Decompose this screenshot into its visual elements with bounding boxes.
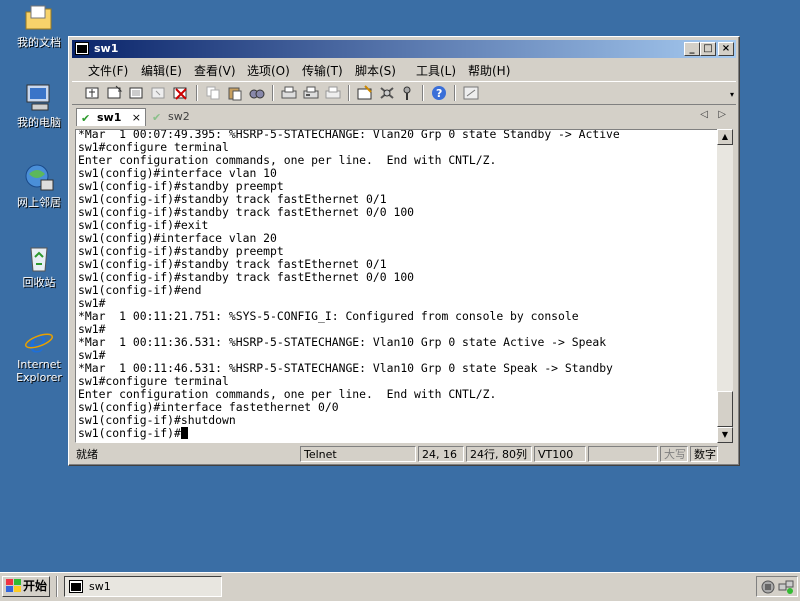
terminal-line: *Mar 1 00:11:36.531: %HSRP-5-STATECHANGE… [78,335,607,349]
status-protocol: Telnet [300,446,416,462]
tab-sw2[interactable]: ✔ sw2 [148,108,198,126]
toolbar-separator [196,85,198,101]
menu-bar: 文件(F) 编辑(E) 查看(V) 选项(O) 传输(T) 脚本(S) 工具(L… [72,59,736,79]
menu-script[interactable]: 脚本(S) [355,62,396,79]
scroll-down-icon[interactable]: ▼ [717,427,733,443]
status-cursor-position: 24, 16 [418,446,464,462]
minimize-button[interactable]: _ [684,42,700,56]
svg-text:?: ? [436,87,442,100]
desktop-icon-my-computer[interactable]: 我的电脑 [8,82,70,129]
window-title: sw1 [94,42,119,55]
app-icon [69,580,83,599]
toolbar-separator [422,85,424,101]
maximize-button[interactable]: □ [700,42,716,56]
status-emulation: VT100 [534,446,586,462]
menu-transfer[interactable]: 传输(T) [302,62,343,79]
title-bar[interactable]: sw1 _ □ × [72,40,736,58]
status-blank [588,446,658,462]
connect-icon[interactable] [84,85,102,101]
scroll-up-icon[interactable]: ▲ [717,129,733,145]
terminal-line: sw1(config-if)#end [78,283,202,297]
internet-explorer-icon: e [23,324,55,360]
print-icon[interactable] [324,85,342,101]
find-icon[interactable] [248,85,266,101]
windows-logo-icon [6,579,21,599]
tab-sw1[interactable]: ✔ sw1 × [76,108,146,126]
help-icon[interactable]: ? [430,85,448,101]
menu-edit[interactable]: 编辑(E) [141,62,182,79]
status-caps-lock: 大写 [660,446,688,462]
menu-tools[interactable]: 工具(L) [416,62,456,79]
start-button[interactable]: 开始 [2,576,50,597]
tab-scroll-right-icon[interactable]: ▷ [718,109,726,120]
desktop-icon-network[interactable]: 网上邻居 [8,162,70,209]
vertical-scrollbar[interactable]: ▲ ▼ [717,129,733,443]
reconnect-icon[interactable] [150,85,168,101]
toolbar: ? ▾ [72,81,736,105]
toolbar-overflow-icon[interactable]: ▾ [730,90,734,99]
status-bar: 就绪 Telnet 24, 16 24行, 80列 VT100 大写 数字 [72,445,736,463]
scroll-thumb[interactable] [717,391,733,427]
global-options-icon[interactable] [378,85,396,101]
folder-icon [23,2,55,34]
desktop-icon-recycle-bin[interactable]: 回收站 [8,242,70,289]
terminal-prompt-line: sw1(config-if)# [78,427,620,440]
speaker-icon[interactable] [760,579,776,598]
status-num-lock: 数字 [690,446,718,462]
network-status-icon[interactable] [778,579,794,598]
copy-icon[interactable] [204,85,222,101]
menu-options[interactable]: 选项(O) [247,62,290,79]
menu-file[interactable]: 文件(F) [88,62,128,79]
print-selection-icon[interactable] [302,85,320,101]
keymap-icon[interactable] [398,85,416,101]
toolbar-separator [454,85,456,101]
close-button[interactable]: × [718,42,734,56]
system-tray [756,576,798,597]
connected-check-icon: ✔ [152,111,162,124]
taskbar-item-sw1[interactable]: sw1 [64,576,222,597]
session-tabs: ✔ sw1 × ✔ sw2 ◁ ▷ [72,107,736,127]
menu-view[interactable]: 查看(V) [194,62,236,79]
taskbar-separator [56,576,58,597]
tab-close-icon[interactable]: × [132,109,141,127]
tab-scroll-left-icon[interactable]: ◁ [700,109,708,120]
status-ready: 就绪 [76,448,98,461]
toolbar-separator [348,85,350,101]
paste-icon[interactable] [226,85,244,101]
taskbar: 开始 sw1 [0,572,800,601]
disconnect-icon[interactable] [172,85,190,101]
connect-tab-icon[interactable] [128,85,146,101]
svg-text:e: e [29,325,47,356]
recycle-bin-icon [23,242,55,274]
securecrt-window: sw1 _ □ × 文件(F) 编辑(E) 查看(V) 选项(O) 传输(T) … [68,36,740,466]
desktop-icon-my-documents[interactable]: 我的文档 [8,2,70,49]
session-options-icon[interactable] [356,85,374,101]
terminal-cursor [180,427,188,439]
sftp-icon[interactable] [462,85,480,101]
terminal-line: *Mar 1 00:11:21.751: %SYS-5-CONFIG_I: Co… [78,309,579,323]
status-terminal-size: 24行, 80列 [466,446,532,462]
terminal-output: *Mar 1 00:07:49.395: %HSRP-5-STATECHANGE… [78,130,620,440]
print-setup-icon[interactable] [280,85,298,101]
computer-icon [23,82,55,114]
toolbar-separator [272,85,274,101]
connected-check-icon: ✔ [81,112,91,125]
desktop-icon-internet-explorer[interactable]: e Internet Explorer [8,324,70,384]
network-icon [23,162,55,194]
quick-connect-icon[interactable] [106,85,124,101]
terminal-prompt: sw1(config-if)# [78,426,181,440]
app-icon [75,42,89,55]
terminal-screen[interactable]: *Mar 1 00:07:49.395: %HSRP-5-STATECHANGE… [75,129,719,443]
menu-help[interactable]: 帮助(H) [468,62,510,79]
